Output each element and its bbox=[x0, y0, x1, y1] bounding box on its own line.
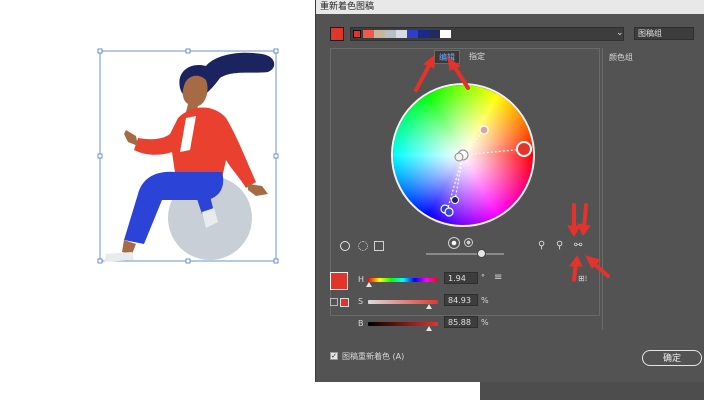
illustration-svg bbox=[97, 48, 279, 264]
recolor-artwork-dialog: 重新着色图稿 ⌄ 图稿组 颜色组 编辑 指定 ⚲ ⚲ ⚯ H 1.94 ° ≡ … bbox=[316, 0, 704, 382]
ankle-shape bbox=[122, 240, 136, 254]
hue-slider-thumb[interactable] bbox=[366, 282, 372, 287]
hue-label: H bbox=[358, 275, 365, 284]
left-shoe-shape bbox=[104, 252, 134, 262]
selection-handle[interactable] bbox=[185, 258, 191, 264]
hue-input[interactable]: 1.94 bbox=[444, 272, 478, 284]
selection-handle[interactable] bbox=[97, 48, 103, 54]
selection-handle[interactable] bbox=[273, 258, 279, 264]
hue-unit: ° bbox=[481, 273, 485, 282]
selection-handle[interactable] bbox=[273, 153, 279, 159]
artboard bbox=[0, 0, 316, 400]
arrow-shape bbox=[414, 62, 432, 92]
selection-handle[interactable] bbox=[97, 258, 103, 264]
brightness-unit: % bbox=[481, 318, 489, 327]
selection-handle[interactable] bbox=[185, 48, 191, 54]
arrow-shape bbox=[452, 64, 470, 90]
brightness-value-slider-thumb[interactable] bbox=[426, 326, 432, 331]
right-hand-shape bbox=[248, 184, 268, 196]
saturation-label: S bbox=[358, 297, 364, 306]
gamut-swatch[interactable] bbox=[340, 298, 349, 307]
background-panel bbox=[480, 380, 704, 400]
saturation-input[interactable]: 84.93 bbox=[444, 294, 478, 306]
selection-handle[interactable] bbox=[97, 153, 103, 159]
cube-icon[interactable] bbox=[330, 298, 338, 306]
current-color-swatch[interactable] bbox=[330, 272, 348, 290]
brightness-label: B bbox=[358, 319, 364, 328]
hsb-menu-icon[interactable]: ≡ bbox=[494, 272, 502, 283]
saturation-slider-thumb[interactable] bbox=[426, 304, 432, 309]
recolor-checkbox[interactable]: ✓ bbox=[330, 352, 338, 360]
color-library-icon[interactable]: ⊞⁞ bbox=[578, 274, 587, 283]
saturation-unit: % bbox=[481, 296, 489, 305]
left-hand-shape bbox=[124, 130, 138, 146]
selection-handle[interactable] bbox=[273, 48, 279, 54]
recolor-checkbox-label: 图稿重新着色 (A) bbox=[342, 352, 405, 361]
ok-button[interactable]: 确定 bbox=[642, 350, 702, 366]
hue-slider[interactable] bbox=[368, 278, 438, 282]
brightness-input[interactable]: 85.88 bbox=[444, 316, 478, 328]
